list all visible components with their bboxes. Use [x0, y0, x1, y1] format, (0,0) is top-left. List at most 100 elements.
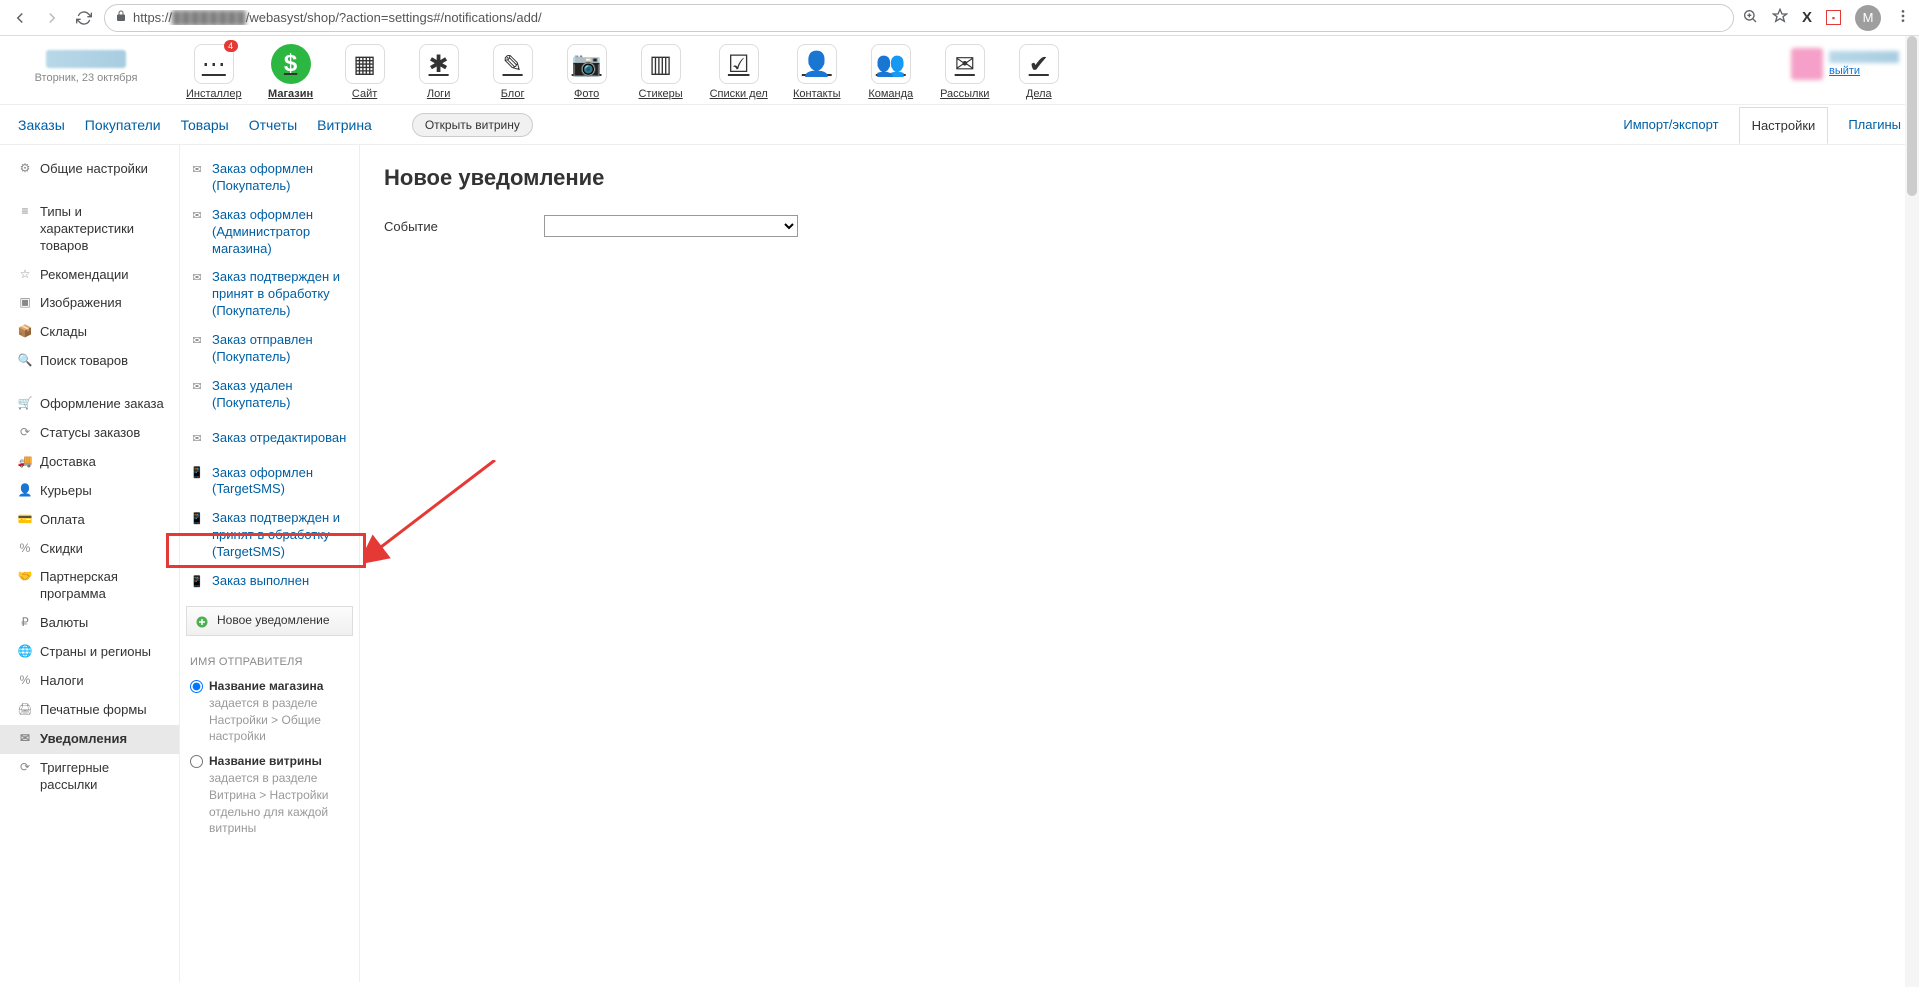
settings-item[interactable]: 📦Склады	[0, 318, 179, 347]
sender-radio-label: Название витрины задается в разделе Витр…	[209, 753, 349, 837]
notification-item[interactable]: ✉Заказ удален (Покупатель)	[180, 372, 359, 418]
menu-icon[interactable]	[1895, 8, 1911, 27]
zoom-icon[interactable]	[1742, 8, 1758, 27]
sender-radio[interactable]	[190, 680, 203, 693]
app-photos[interactable]: 📷Фото	[562, 44, 612, 100]
app-label: Магазин	[268, 88, 313, 100]
settings-item[interactable]: ⟳Статусы заказов	[0, 419, 179, 448]
settings-item[interactable]: 🤝Партнерская программа	[0, 563, 179, 609]
extension-x-icon[interactable]: X	[1802, 9, 1812, 26]
settings-item[interactable]: %Скидки	[0, 535, 179, 564]
settings-item[interactable]: %Налоги	[0, 667, 179, 696]
settings-item-icon: 💳	[18, 512, 32, 526]
star-icon[interactable]	[1772, 8, 1788, 27]
settings-item[interactable]: 🔍Поиск товаров	[0, 347, 179, 376]
app-tasks[interactable]: ✔Дела	[1014, 44, 1064, 100]
notification-item[interactable]: ✉Заказ отправлен (Покупатель)	[180, 326, 359, 372]
profile-avatar[interactable]: M	[1855, 5, 1881, 31]
shopnav-link[interactable]: Покупатели	[85, 117, 161, 133]
scrollbar-thumb[interactable]	[1907, 36, 1917, 196]
app-shop[interactable]: $ Магазин	[266, 44, 316, 100]
app-icon-contacts: 👤	[797, 44, 837, 84]
shopnav-tab[interactable]: Импорт/экспорт	[1623, 117, 1718, 132]
company-logo	[46, 50, 126, 68]
app-label: Блог	[501, 88, 525, 100]
settings-item[interactable]: ₽Валюты	[0, 609, 179, 638]
settings-item-label: Доставка	[40, 454, 96, 471]
settings-item[interactable]: ⟳Триггерные рассылки	[0, 754, 179, 800]
webasyst-logo-block[interactable]: Вторник, 23 октября	[16, 44, 156, 90]
settings-item-icon: ⚙	[18, 161, 32, 175]
settings-item[interactable]: ✉Уведомления	[0, 725, 179, 754]
settings-item-label: Валюты	[40, 615, 88, 632]
app-team[interactable]: 👥Команда	[866, 44, 916, 100]
shopnav-link[interactable]: Витрина	[317, 117, 372, 133]
app-contacts[interactable]: 👤 Контакты	[792, 44, 842, 100]
notification-item[interactable]: 📱Заказ оформлен (TargetSMS)	[180, 459, 359, 505]
notification-item-icon: ✉	[190, 209, 204, 223]
shopnav-tab[interactable]: Плагины	[1848, 117, 1901, 132]
app-icon-photos: 📷	[567, 44, 607, 84]
notification-item[interactable]: ✉Заказ подтвержден и принят в обработку …	[180, 263, 359, 326]
app-mailer[interactable]: ✉Рассылки	[940, 44, 990, 100]
event-select[interactable]	[544, 215, 798, 237]
settings-item-label: Общие настройки	[40, 161, 148, 178]
app-stickies[interactable]: ▥Стикеры	[636, 44, 686, 100]
app-blog[interactable]: ✎ Блог	[488, 44, 538, 100]
settings-item[interactable]: 👤Курьеры	[0, 477, 179, 506]
app-checklists[interactable]: ☑Списки дел	[710, 44, 768, 100]
settings-item-icon: ⟳	[18, 760, 32, 774]
settings-item-label: Склады	[40, 324, 87, 341]
sender-radio[interactable]	[190, 755, 203, 768]
shopnav-link[interactable]: Заказы	[18, 117, 65, 133]
settings-item[interactable]: ☆Рекомендации	[0, 261, 179, 290]
reload-button[interactable]	[72, 6, 96, 30]
forward-button[interactable]	[40, 6, 64, 30]
settings-item[interactable]: 🖨Печатные формы	[0, 696, 179, 725]
app-installer[interactable]: ⋯4Инсталлер	[186, 44, 242, 100]
settings-item[interactable]: ⚙ Общие настройки	[0, 155, 179, 184]
page-title: Новое уведомление	[384, 165, 1895, 191]
app-label: Контакты	[793, 88, 841, 100]
shopnav-link[interactable]: Товары	[181, 117, 229, 133]
app-icon-blog: ✎	[493, 44, 533, 84]
settings-sidebar: ⚙ Общие настройки ≡Типы и характеристики т…	[0, 145, 180, 982]
extension-mcafee-icon[interactable]: ▪	[1826, 10, 1841, 25]
scrollbar[interactable]	[1905, 36, 1919, 987]
open-storefront-button[interactable]: Открыть витрину	[412, 113, 533, 137]
settings-item-icon: %	[18, 541, 32, 555]
notification-item[interactable]: 📱Заказ выполнен	[180, 567, 359, 596]
notification-item-icon: 📱	[190, 575, 204, 589]
annotation-arrow	[365, 460, 505, 580]
settings-item-label: Страны и регионы	[40, 644, 151, 661]
settings-item[interactable]: 💳Оплата	[0, 506, 179, 535]
sender-option-shopname[interactable]: Название магазина задается в разделе Нас…	[180, 674, 359, 749]
app-logs[interactable]: ✱Логи	[414, 44, 464, 100]
logout-link[interactable]: выйти	[1829, 65, 1899, 77]
notification-item[interactable]: ✉Заказ оформлен (Покупатель)	[180, 155, 359, 201]
app-icon-site: ▦	[345, 44, 385, 84]
address-bar[interactable]: https://████████/webasyst/shop/?action=s…	[104, 4, 1734, 32]
shopnav-tab[interactable]: Настройки	[1739, 107, 1829, 144]
settings-item-label: Статусы заказов	[40, 425, 140, 442]
app-icon-stickies: ▥	[641, 44, 681, 84]
app-site[interactable]: ▦Сайт	[340, 44, 390, 100]
settings-item-icon: 🛒	[18, 396, 32, 410]
settings-item[interactable]: ▣Изображения	[0, 289, 179, 318]
app-icon-shop: $	[271, 44, 311, 84]
notification-item[interactable]: ✉Заказ отредактирован	[180, 424, 359, 453]
notification-item-label: Заказ удален (Покупатель)	[212, 378, 349, 412]
notification-item[interactable]: ✉Заказ оформлен (Администратор магазина)	[180, 201, 359, 264]
settings-item-label: Партнерская программа	[40, 569, 169, 603]
notification-item[interactable]: 📱Заказ подтвержден и принят в обработку …	[180, 504, 359, 567]
settings-item[interactable]: ≡Типы и характеристики товаров	[0, 198, 179, 261]
shopnav-link[interactable]: Отчеты	[249, 117, 297, 133]
back-button[interactable]	[8, 6, 32, 30]
settings-item[interactable]: 🛒Оформление заказа	[0, 390, 179, 419]
app-label: Списки дел	[710, 88, 768, 100]
new-notification-button[interactable]: Новое уведомление	[186, 606, 353, 636]
sender-option-storefront[interactable]: Название витрины задается в разделе Витр…	[180, 749, 359, 841]
settings-item[interactable]: 🚚Доставка	[0, 448, 179, 477]
settings-item[interactable]: 🌐Страны и регионы	[0, 638, 179, 667]
settings-item-label: Изображения	[40, 295, 122, 312]
